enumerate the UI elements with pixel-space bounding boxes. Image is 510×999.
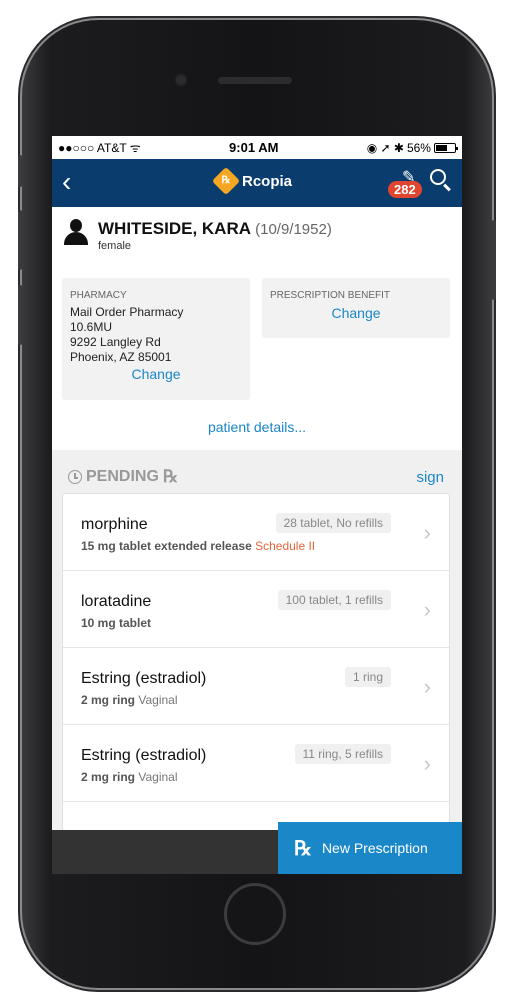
person-icon (64, 219, 88, 245)
rx-name: Estring (estradiol) (81, 670, 207, 687)
volume-up-button (18, 210, 22, 270)
earpiece-speaker (218, 77, 292, 84)
rx-item-estring[interactable]: Estring (estradiol) 2 mg ring Vaginal 11… (63, 725, 449, 802)
status-time: 9:01 AM (229, 140, 279, 155)
pending-rx-list: morphine 15 mg tablet extended release S… (62, 493, 450, 874)
notification-badge[interactable]: 282 (388, 181, 422, 198)
app-screen: ●●○○○ AT&T ᯤ 9:01 AM ◉ ➚ ✱ 56% ‹ ℞ Rcopi… (52, 136, 462, 874)
pending-header: PENDING ℞ (68, 467, 178, 487)
pending-section: PENDING ℞ sign morphine 15 mg tablet ext… (52, 450, 462, 874)
sign-link[interactable]: sign (416, 469, 444, 486)
carrier-label: ●●○○○ AT&T ᯤ (58, 141, 141, 155)
chevron-right-icon: › (423, 751, 431, 776)
rx-item-loratadine[interactable]: loratadine 10 mg tablet 100 tablet, 1 re… (63, 571, 449, 648)
patient-name: WHITESIDE, KARA (10/9/1952) (98, 219, 332, 239)
pharmacy-address: 9292 Langley Rd (70, 335, 161, 349)
rx-detail-text: 2 mg ring (81, 770, 136, 784)
pharmacy-label: PHARMACY (70, 290, 127, 301)
rx-detail: 15 mg tablet extended release Schedule I… (81, 539, 315, 553)
pharmacy-name: Mail Order Pharmacy (70, 305, 184, 319)
brand: ℞ Rcopia (211, 166, 293, 196)
rx-qty: 11 ring, 5 refills (294, 744, 391, 764)
rx-schedule: Schedule II (255, 539, 316, 553)
pharmacy-city: Phoenix, AZ 85001 (70, 350, 172, 364)
chevron-right-icon: › (423, 597, 431, 622)
benefit-card: PRESCRIPTION BENEFIT Change (262, 278, 450, 338)
rx-qty: 100 tablet, 1 refills (277, 590, 391, 610)
pharmacy-line2: 10.6MU (70, 320, 113, 334)
benefit-label: PRESCRIPTION BENEFIT (270, 290, 391, 301)
status-bar: ●●○○○ AT&T ᯤ 9:01 AM ◉ ➚ ✱ 56% (52, 136, 462, 159)
new-prescription-button[interactable]: ℞ New Prescription (278, 822, 462, 874)
patient-sex: female (98, 240, 132, 252)
rx-icon: ℞ (162, 467, 179, 487)
battery-icon (433, 142, 458, 153)
rx-detail-text: 2 mg ring (81, 693, 136, 707)
front-camera (174, 73, 188, 87)
rx-detail: 2 mg ring Vaginal (81, 770, 178, 784)
new-prescription-label: New Prescription (321, 840, 428, 856)
clock-icon (68, 470, 82, 484)
rx-qty: 28 tablet, No refills (275, 513, 391, 533)
status-icons: ◉ ➚ ✱ (366, 140, 404, 155)
patient-details-link[interactable]: patient details... (52, 419, 462, 435)
rcopia-logo-icon: ℞ (211, 166, 241, 196)
nav-bar: ‹ ℞ Rcopia ✎ 282 (52, 159, 462, 207)
search-icon[interactable] (430, 169, 446, 185)
pending-title: PENDING (86, 468, 159, 485)
status-right: ◉ ➚ ✱ 56% (366, 140, 458, 155)
rx-route: Vaginal (138, 770, 178, 784)
pharmacy-change-link[interactable]: Change (70, 366, 242, 382)
brand-name: Rcopia (242, 172, 293, 190)
patient-header: WHITESIDE, KARA (10/9/1952) female (52, 207, 462, 267)
benefit-change-link[interactable]: Change (270, 305, 442, 321)
home-button[interactable] (224, 883, 286, 945)
patient-name-text: WHITESIDE, KARA (98, 219, 251, 238)
rx-detail-text: 10 mg tablet (81, 616, 152, 630)
volume-down-button (18, 285, 22, 345)
rx-detail: 2 mg ring Vaginal (81, 693, 178, 707)
rx-name: Estring (estradiol) (81, 747, 207, 764)
rx-qty: 1 ring (344, 667, 391, 687)
rx-route: Vaginal (138, 693, 178, 707)
back-chevron-icon[interactable]: ‹ (62, 167, 71, 197)
rx-name: loratadine (81, 593, 152, 610)
chevron-right-icon: › (423, 520, 431, 545)
rx-detail-text: 15 mg tablet extended release (81, 539, 252, 553)
rx-detail: 10 mg tablet (81, 616, 151, 630)
rx-item-morphine[interactable]: morphine 15 mg tablet extended release S… (63, 494, 449, 571)
pharmacy-card: PHARMACY Mail Order Pharmacy 10.6MU 9292… (62, 278, 250, 400)
power-button (492, 220, 496, 300)
battery-percent: 56% (406, 140, 431, 155)
patient-dob: (10/9/1952) (255, 221, 332, 238)
rx-name: morphine (81, 516, 148, 533)
rx-icon: ℞ (294, 836, 312, 860)
mute-switch (18, 155, 22, 187)
rx-item-estring[interactable]: Estring (estradiol) 2 mg ring Vaginal 1 … (63, 648, 449, 725)
chevron-right-icon: › (423, 674, 431, 699)
